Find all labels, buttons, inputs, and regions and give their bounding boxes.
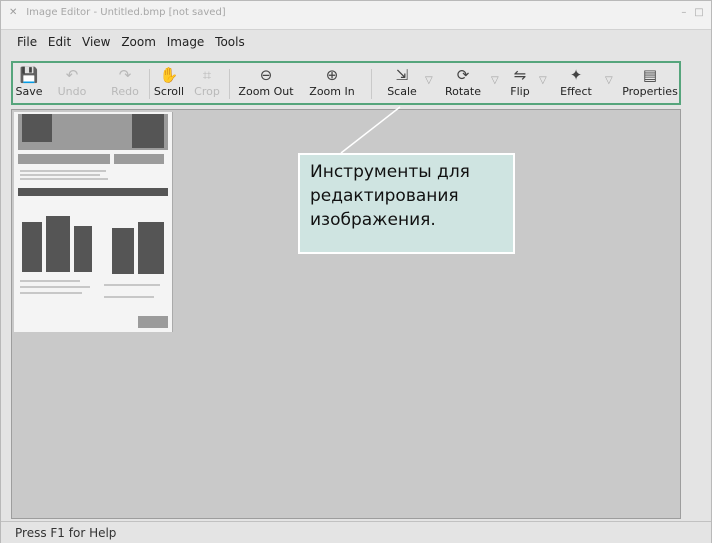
callout-line: изображения. [310,210,436,230]
status-text: Press F1 for Help [15,526,117,540]
callout-box: Инструменты для редактирования изображен… [298,153,515,254]
callout-pointer [340,106,401,154]
callout-line: Инструменты для [310,162,470,182]
image-editor-window: ✕ Image Editor - Untitled.bmp [not saved… [0,0,712,543]
status-bar: Press F1 for Help [1,521,711,543]
callout-line: редактирования [310,186,459,206]
